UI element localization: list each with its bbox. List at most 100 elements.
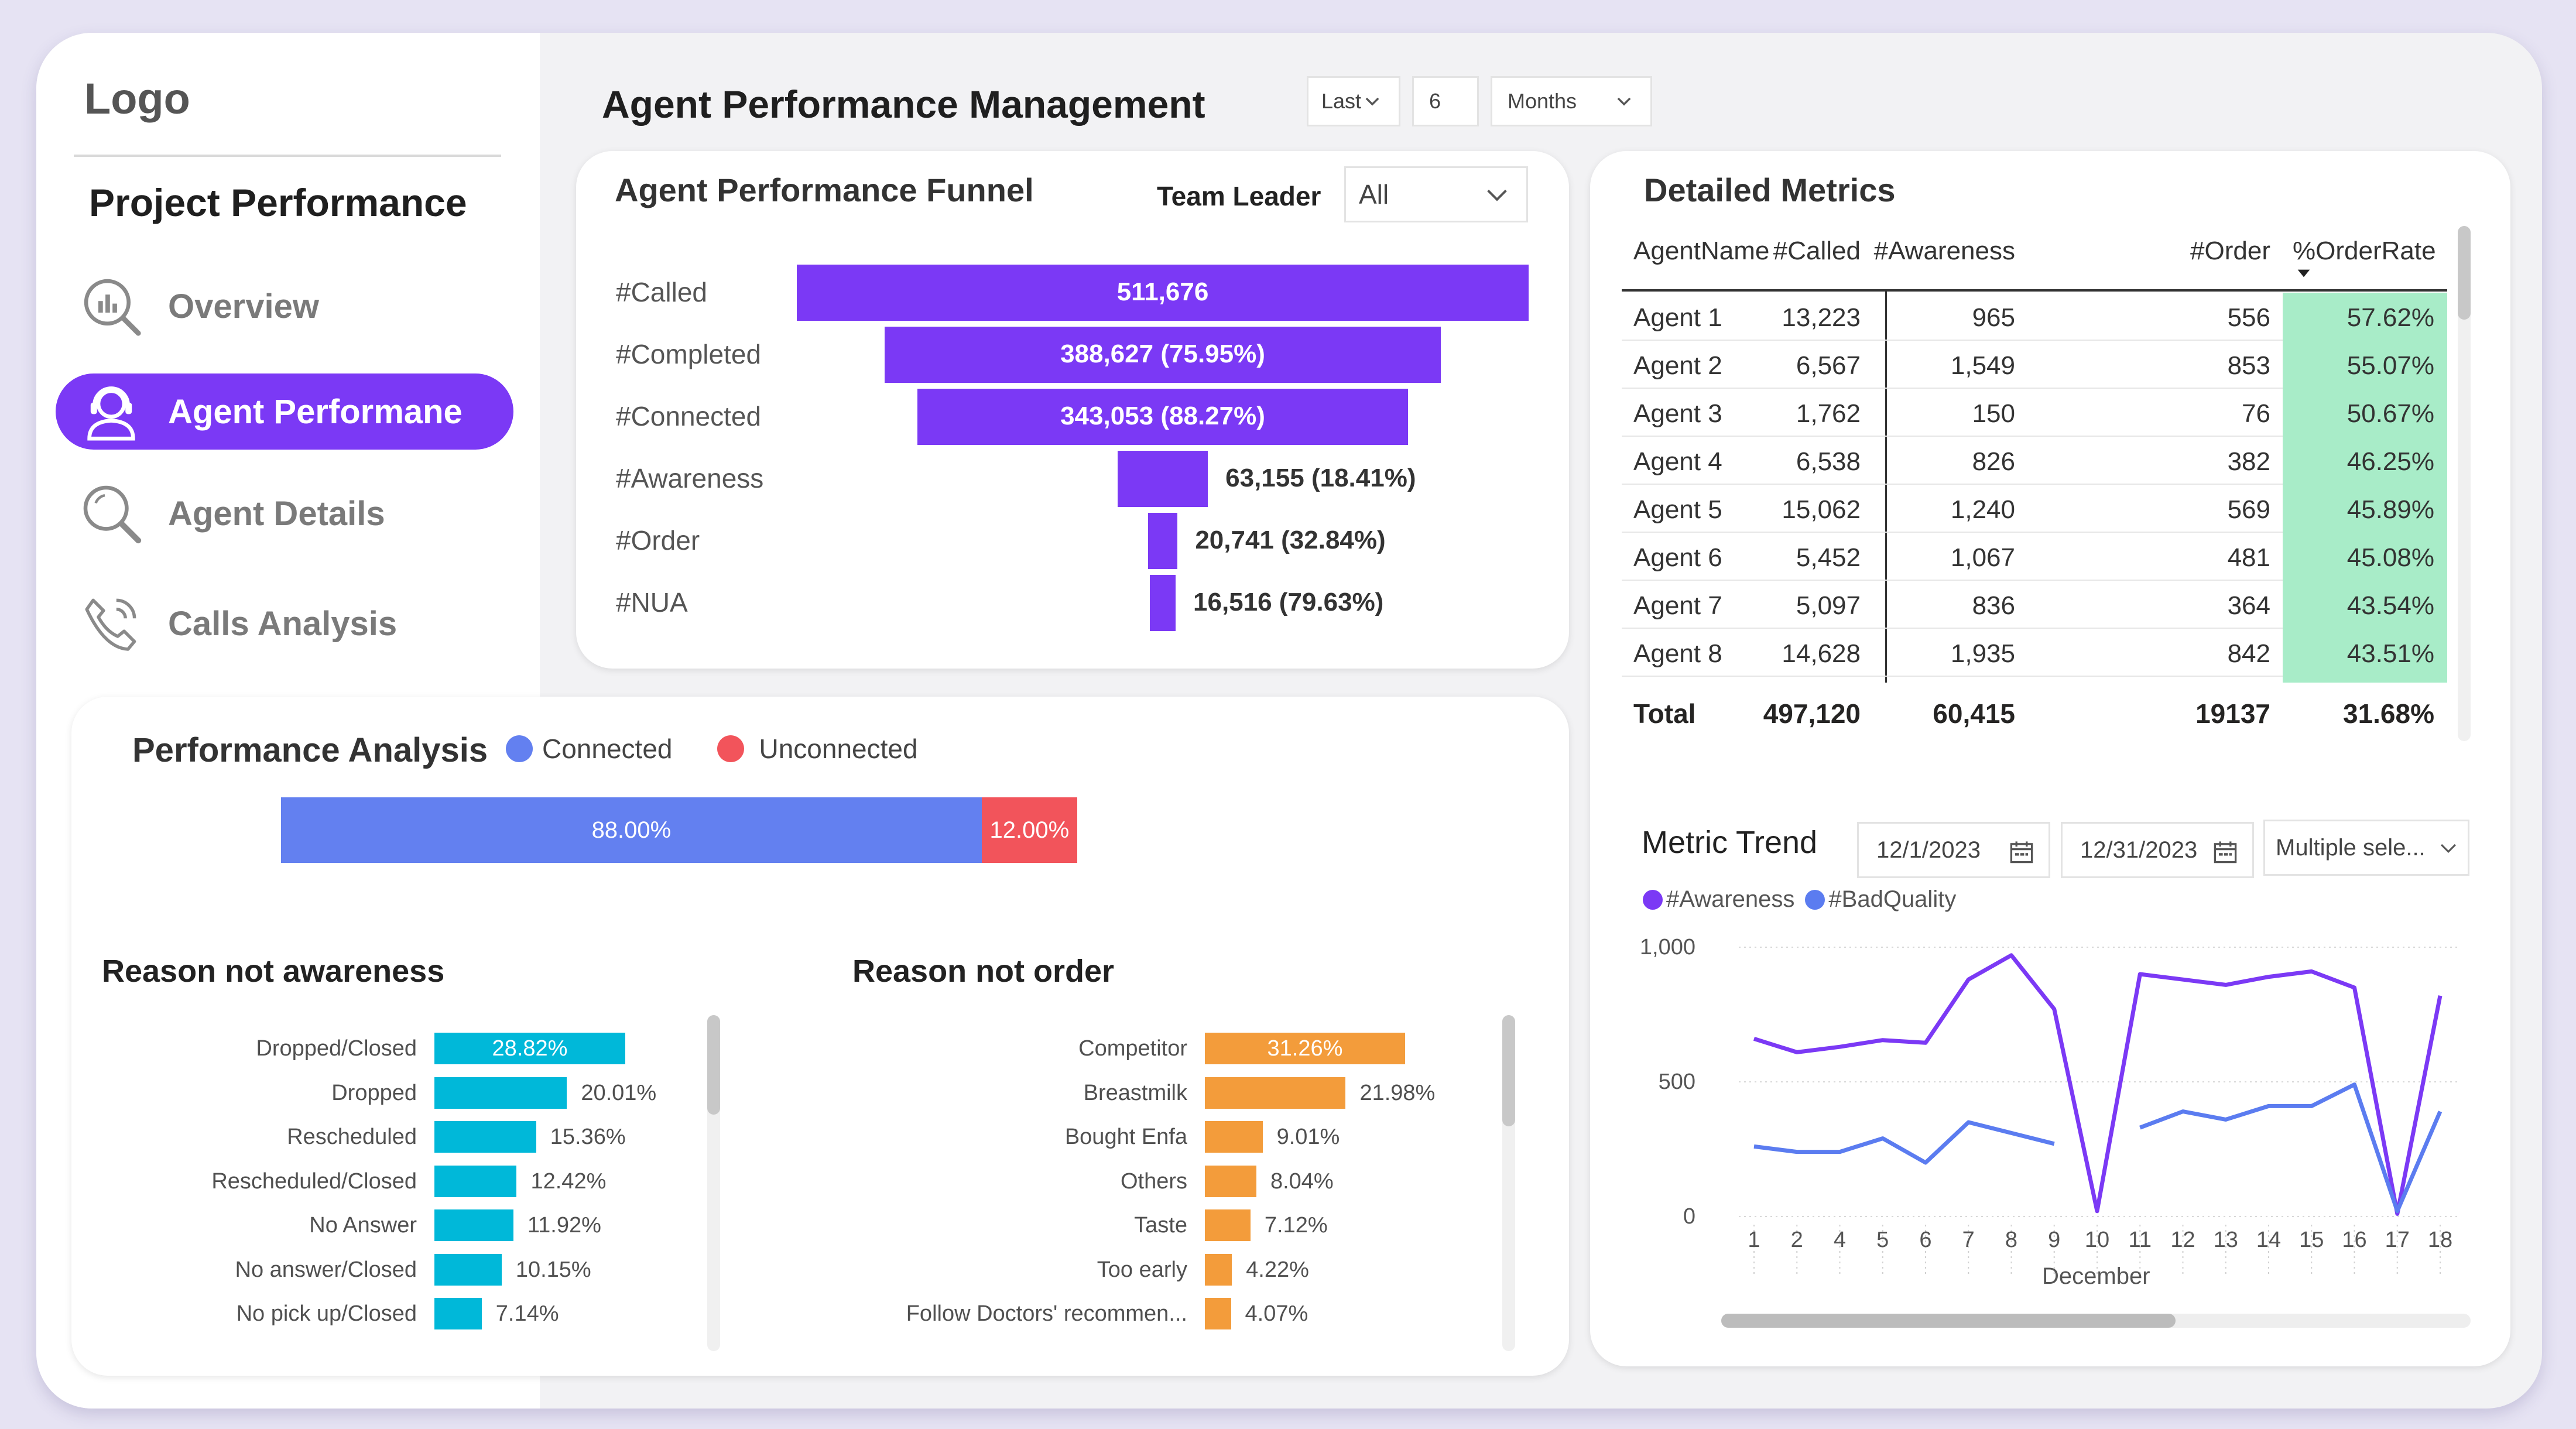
trend-line-chart: 05001,0001 2 4 5 6 7 8 9 10 11 12 13 14 15 16 17 18 (1640, 935, 2459, 1275)
metrics-scrollbar-thumb[interactable] (2458, 226, 2471, 320)
connected-segment: 88.00% (281, 797, 982, 863)
header-divider (1622, 289, 2447, 292)
cell-order: 76 (2242, 399, 2270, 428)
cell-order: 481 (2227, 543, 2270, 572)
bar (1205, 1165, 1256, 1197)
table-row[interactable]: Agent 3 1,762 150 76 50.67% (1622, 389, 2447, 437)
relative-date-count-input[interactable]: 6 (1412, 76, 1479, 126)
nav-item-agent-details[interactable]: Agent Details (56, 475, 513, 551)
relative-date-unit: Months (1508, 89, 1577, 113)
chevron-down-icon (2441, 844, 2456, 853)
total-order: 19137 (2195, 698, 2270, 729)
legend-unconnected-label: Unconnected (759, 734, 918, 764)
cell-agent: Agent 5 (1633, 495, 1722, 524)
awareness-scrollbar-thumb[interactable] (707, 1015, 720, 1115)
bar-category-label: Bought Enfa (1064, 1125, 1187, 1149)
nav-item-calls-analysis[interactable]: Calls Analysis (56, 585, 513, 662)
funnel-value-label: 20,741 (32.84%) (1195, 526, 1386, 554)
col-header-agent[interactable]: AgentName (1633, 237, 1769, 266)
bar (434, 1253, 502, 1286)
cell-called: 1,762 (1796, 399, 1861, 428)
x-tick-label: 16 (2342, 1228, 2366, 1252)
nav-item-label: Agent Details (168, 494, 385, 533)
project-title: Project Performance (89, 181, 467, 224)
bar-category-label: Others (1120, 1168, 1187, 1194)
bar-value-label: 15.36% (550, 1125, 626, 1149)
col-header-awareness[interactable]: #Awareness (1874, 237, 2015, 266)
col-header-called[interactable]: #Called (1773, 237, 1861, 266)
table-row[interactable]: Agent 4 6,538 826 382 46.25% (1622, 437, 2447, 485)
trend-title: Metric Trend (1642, 825, 1818, 860)
metric-select[interactable]: Multiple sele... (2263, 820, 2469, 876)
legend-awareness-swatch (1643, 889, 1663, 910)
funnel-stage-label: #Awareness (616, 463, 764, 494)
logo: Logo (84, 74, 190, 123)
metrics-total-row: Total 497,120 60,415 19137 31.68% (1622, 683, 2447, 743)
table-row[interactable]: Agent 6 5,452 1,067 481 45.08% (1622, 533, 2447, 581)
order-scrollbar-thumb[interactable] (1502, 1015, 1515, 1126)
cell-agent: Agent 7 (1633, 591, 1722, 620)
funnel-bar (1147, 513, 1178, 569)
nav-item-overview[interactable]: Overview (56, 268, 513, 344)
cell-agent: Agent 1 (1633, 303, 1722, 332)
col-header-orderrate[interactable]: %OrderRate (2293, 237, 2436, 266)
bar-category-label: Rescheduled (287, 1125, 417, 1149)
cell-called: 6,567 (1796, 351, 1861, 380)
date-to-input[interactable]: 12/31/2023 (2061, 822, 2254, 878)
legend-connected-label: Connected (542, 734, 673, 764)
relative-date-count: 6 (1429, 89, 1441, 113)
funnel-bar (1117, 451, 1208, 507)
trend-scrollbar-thumb[interactable] (1721, 1314, 2176, 1328)
funnel-value-label: 63,155 (18.41%) (1225, 464, 1416, 492)
cell-awareness: 1,935 (1950, 639, 2015, 668)
table-row[interactable]: Agent 7 5,097 836 364 43.54% (1622, 581, 2447, 629)
cell-orderrate: 45.89% (2347, 495, 2434, 524)
bar-category-label: Competitor (1078, 1036, 1187, 1061)
bar-value-label: 28.82% (492, 1036, 568, 1061)
y-tick-label: 1,000 (1640, 935, 1695, 959)
x-tick-label: 4 (1834, 1228, 1846, 1252)
cell-called: 14,628 (1782, 639, 1861, 668)
cell-agent: Agent 4 (1633, 447, 1722, 476)
table-row[interactable]: Agent 1 13,223 965 556 57.62% (1622, 293, 2447, 341)
bar (434, 1165, 517, 1197)
reason-order-title: Reason not order (852, 954, 1115, 989)
col-header-order[interactable]: #Order (2190, 237, 2270, 266)
cell-orderrate: 46.25% (2347, 447, 2434, 476)
total-orderrate: 31.68% (2342, 698, 2434, 729)
nav-item-label: Agent Performane (168, 392, 463, 431)
series-line (1753, 1082, 2443, 1214)
table-row[interactable]: Agent 2 6,567 1,549 853 55.07% (1622, 341, 2447, 389)
cell-called: 5,097 (1796, 591, 1861, 620)
relative-date-unit-select[interactable]: Months (1491, 76, 1652, 126)
bar (434, 1077, 567, 1109)
funnel-stage-label: #Completed (616, 339, 762, 369)
bar-value-label: 10.15% (515, 1257, 591, 1282)
bar-value-label: 4.22% (1246, 1257, 1309, 1282)
cell-agent: Agent 8 (1633, 639, 1722, 668)
team-leader-select[interactable]: All (1344, 166, 1528, 222)
connection-stacked-bar: 88.00% 12.00% (281, 797, 1183, 863)
bar-value-label: 9.01% (1276, 1125, 1340, 1149)
bar-value-label: 11.92% (527, 1213, 601, 1238)
team-leader-value: All (1359, 179, 1389, 210)
table-row[interactable]: Agent 8 14,628 1,935 842 43.51% (1622, 629, 2447, 677)
bar-value-label: 4.07% (1245, 1301, 1308, 1326)
sort-desc-icon (2297, 269, 2310, 277)
bar (434, 1209, 513, 1241)
bar-value-label: 21.98% (1359, 1080, 1436, 1105)
nav-item-label: Calls Analysis (168, 604, 398, 643)
chart-search-icon (84, 279, 141, 336)
metrics-header-row: AgentName #Called #Awareness #Order %Ord… (1622, 228, 2447, 293)
bar-category-label: Rescheduled/Closed (211, 1168, 417, 1194)
calendar-icon (2010, 841, 2033, 863)
funnel-value-label: 511,676 (1116, 277, 1209, 306)
date-from-input[interactable]: 12/1/2023 (1857, 822, 2050, 878)
funnel-value-label: 343,053 (88.27%) (1060, 402, 1265, 430)
metrics-table-container: AgentName #Called #Awareness #Order %Ord… (1622, 228, 2447, 743)
relative-date-select[interactable]: Last (1307, 76, 1400, 126)
nav-item-agent-performance[interactable]: Agent Performane (56, 373, 513, 450)
table-row[interactable]: Agent 5 15,062 1,240 569 45.89% (1622, 485, 2447, 533)
x-tick-label: 14 (2256, 1228, 2281, 1252)
date-to-value: 12/31/2023 (2080, 837, 2198, 863)
